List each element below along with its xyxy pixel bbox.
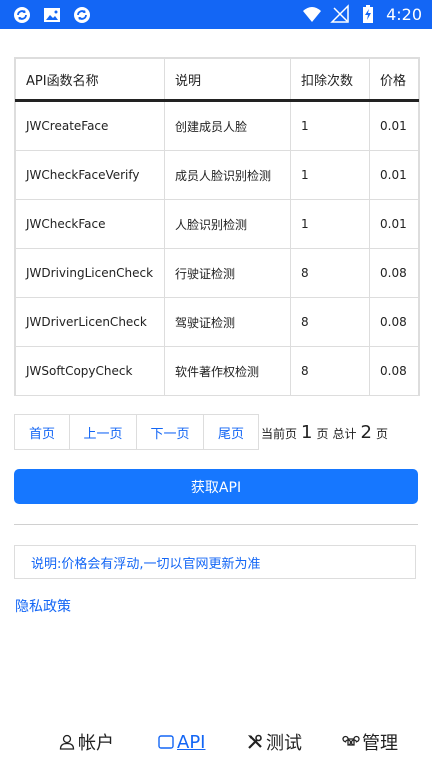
cell-api-name: JWDriverLicenCheck <box>15 297 165 347</box>
cell-description: 成员人脸识别检测 <box>164 150 291 200</box>
cell-price: 0.01 <box>369 150 419 200</box>
page-info: 当前页 1 页 总计 2 页 <box>261 422 388 443</box>
get-api-button[interactable]: 获取API <box>14 469 418 504</box>
battery-charging-icon <box>363 5 374 23</box>
table-row: JWCheckFace 人脸识别检测 1 0.01 <box>15 199 419 249</box>
nav-label-api: API <box>177 731 206 753</box>
cell-description: 行驶证检测 <box>164 248 291 298</box>
column-header-price: 价格 <box>369 58 419 102</box>
cell-description: 人脸识别检测 <box>164 199 291 249</box>
nav-item-test[interactable]: 测试 <box>246 729 302 755</box>
cell-api-name: JWCreateFace <box>15 100 165 151</box>
current-page-unit: 页 <box>316 426 329 441</box>
privacy-policy-link[interactable]: 隐私政策 <box>15 596 71 616</box>
cell-price: 0.08 <box>369 346 419 396</box>
cell-deduction-count: 8 <box>290 297 370 347</box>
bottom-nav: 帐户 API 测试 管理 <box>0 725 432 759</box>
divider <box>14 524 418 525</box>
table-row: JWSoftCopyCheck 软件著作权检测 8 0.08 <box>15 346 419 396</box>
pagination: 首页 上一页 下一页 尾页 当前页 1 页 总计 2 页 <box>14 414 388 450</box>
cell-deduction-count: 8 <box>290 248 370 298</box>
cell-deduction-count: 8 <box>290 346 370 396</box>
current-page-number: 1 <box>301 421 313 443</box>
nav-item-api[interactable]: API <box>157 732 205 753</box>
cell-description: 软件著作权检测 <box>164 346 291 396</box>
nav-item-manage[interactable]: 管理 <box>342 729 398 755</box>
status-bar-right: 4:20 <box>302 4 422 24</box>
table-row: JWDriverLicenCheck 驾驶证检测 8 0.08 <box>15 297 419 347</box>
user-icon <box>59 734 75 750</box>
status-time: 4:20 <box>386 4 422 24</box>
cell-api-name: JWDrivingLicenCheck <box>15 248 165 298</box>
last-page-button[interactable]: 尾页 <box>204 414 259 450</box>
column-header-description: 说明 <box>164 58 291 102</box>
cell-price: 0.01 <box>369 100 419 151</box>
column-header-deduction-count: 扣除次数 <box>290 58 370 102</box>
price-notice: 说明:价格会有浮动,一切以官网更新为准 <box>14 545 416 579</box>
square-icon <box>158 735 174 749</box>
prev-page-button[interactable]: 上一页 <box>70 414 137 450</box>
tools-icon <box>248 734 262 749</box>
total-pages-label: 总计 <box>332 426 357 441</box>
column-header-api-name: API函数名称 <box>15 58 165 102</box>
nav-item-account[interactable]: 帐户 <box>58 729 114 755</box>
cell-api-name: JWSoftCopyCheck <box>15 346 165 396</box>
status-bar-left <box>12 5 92 25</box>
cell-price: 0.08 <box>369 248 419 298</box>
sync-icon <box>74 7 90 23</box>
cell-api-name: JWCheckFaceVerify <box>15 150 165 200</box>
signal-off-icon <box>330 4 349 23</box>
cell-price: 0.08 <box>369 297 419 347</box>
sync-icon <box>14 7 30 23</box>
api-table: API函数名称 说明 扣除次数 价格 JWCreateFace 创建成员人脸 1… <box>14 57 420 396</box>
nav-label-manage: 管理 <box>362 733 398 754</box>
cell-description: 驾驶证检测 <box>164 297 291 347</box>
status-bar: 4:20 <box>0 0 432 29</box>
table-row: JWDrivingLicenCheck 行驶证检测 8 0.08 <box>15 248 419 298</box>
next-page-button[interactable]: 下一页 <box>137 414 204 450</box>
image-icon <box>44 8 60 22</box>
command-icon <box>342 735 360 746</box>
cell-deduction-count: 1 <box>290 150 370 200</box>
cell-deduction-count: 1 <box>290 100 370 151</box>
first-page-button[interactable]: 首页 <box>14 414 70 450</box>
table-row: JWCheckFaceVerify 成员人脸识别检测 1 0.01 <box>15 150 419 200</box>
cell-api-name: JWCheckFace <box>15 199 165 249</box>
cell-description: 创建成员人脸 <box>164 100 291 151</box>
wifi-icon <box>303 7 322 22</box>
current-page-label: 当前页 <box>261 426 298 441</box>
nav-label-test: 测试 <box>266 733 302 754</box>
table-header-row: API函数名称 说明 扣除次数 价格 <box>15 58 419 102</box>
nav-label-account: 帐户 <box>78 733 114 754</box>
cell-deduction-count: 1 <box>290 199 370 249</box>
total-pages-unit: 页 <box>375 426 388 441</box>
total-pages-number: 2 <box>360 421 372 443</box>
table-row: JWCreateFace 创建成员人脸 1 0.01 <box>15 100 419 151</box>
cell-price: 0.01 <box>369 199 419 249</box>
